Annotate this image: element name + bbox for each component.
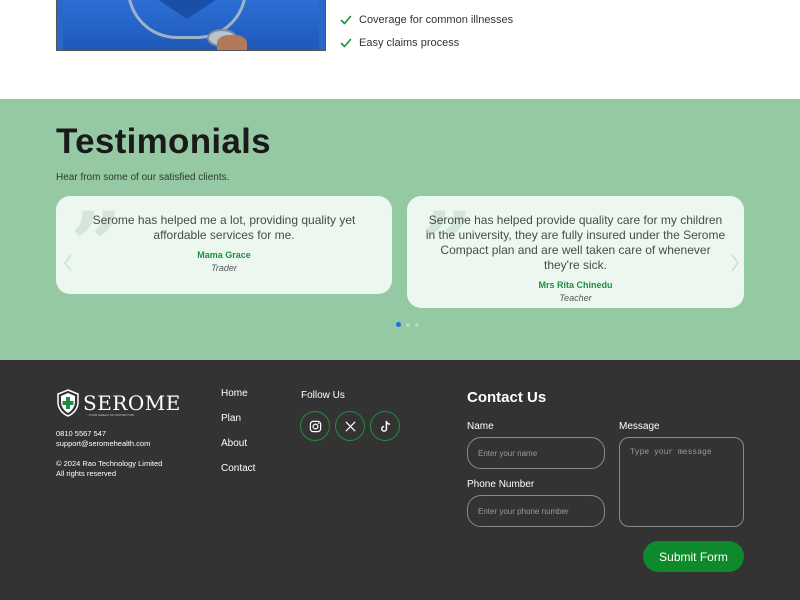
doctor-hand: [217, 35, 247, 50]
instagram-link[interactable]: [300, 411, 330, 441]
tiktok-link[interactable]: [370, 411, 400, 441]
serome-logo[interactable]: SEROME ...YOUR SHIELD OF PROTECTION: [56, 389, 181, 417]
feature-label: Easy claims process: [359, 36, 460, 49]
testimonial-card: ” Serome has helped me a lot, providing …: [56, 196, 392, 294]
testimonial-role: Trader: [211, 263, 237, 273]
follow-us-label: Follow Us: [301, 390, 345, 401]
testimonial-author: Mrs Rita Chinedu: [538, 280, 613, 290]
testimonial-text: Serome has helped me a lot, providing qu…: [92, 213, 356, 242]
feature-label: Coverage for common illnesses: [359, 13, 514, 26]
check-icon: [340, 15, 352, 24]
logo-tagline: ...YOUR SHIELD OF PROTECTION: [86, 413, 135, 417]
message-label: Message: [619, 421, 660, 432]
check-icon: [340, 38, 352, 47]
testimonial-role: Teacher: [559, 293, 592, 303]
footer-link-contact[interactable]: Contact: [221, 463, 255, 488]
x-icon: [344, 420, 356, 432]
carousel-dot[interactable]: [406, 322, 410, 327]
tiktok-icon: [380, 420, 390, 432]
feature-item: Coverage for common illnesses: [340, 8, 513, 31]
footer-link-home[interactable]: Home: [221, 388, 255, 413]
contact-us-title: Contact Us: [467, 389, 547, 406]
carousel-prev-arrow-icon[interactable]: [63, 253, 73, 273]
name-label: Name: [467, 421, 494, 432]
name-input[interactable]: [467, 437, 605, 469]
carousel-dot[interactable]: [415, 322, 419, 327]
carousel-dot-active[interactable]: [396, 322, 401, 327]
instagram-icon: [309, 420, 321, 432]
doctor-photo: [56, 0, 326, 51]
carousel-next-arrow-icon[interactable]: [730, 253, 740, 273]
testimonial-card: ” Serome has helped provide quality care…: [407, 196, 744, 308]
shield-cross-icon: [57, 389, 79, 417]
phone-label: Phone Number: [467, 479, 535, 490]
coverage-section: Coverage for common illnesses Easy claim…: [0, 0, 800, 99]
footer-link-plan[interactable]: Plan: [221, 413, 255, 438]
message-textarea[interactable]: [619, 437, 744, 527]
footer-copyright: © 2024 Rao Technology Limited: [56, 459, 163, 468]
footer-link-about[interactable]: About: [221, 438, 255, 463]
footer-phone[interactable]: 0810 5567 547: [56, 429, 106, 439]
testimonial-text: Serome has helped provide quality care f…: [425, 213, 726, 272]
features-list: Coverage for common illnesses Easy claim…: [340, 8, 513, 54]
testimonials-title: Testimonials: [56, 122, 271, 161]
testimonials-subtitle: Hear from some of our satisfied clients.: [56, 172, 230, 183]
x-link[interactable]: [335, 411, 365, 441]
site-footer: SEROME ...YOUR SHIELD OF PROTECTION 0810…: [0, 360, 800, 600]
footer-email[interactable]: support@seromehealth.com: [56, 439, 150, 449]
testimonial-author: Mama Grace: [197, 250, 251, 260]
feature-item: Easy claims process: [340, 31, 513, 54]
footer-nav: Home Plan About Contact: [221, 388, 255, 488]
logo-brand-text: SEROME: [83, 391, 181, 415]
social-links: [300, 411, 400, 441]
phone-input[interactable]: [467, 495, 605, 527]
submit-form-button[interactable]: Submit Form: [643, 541, 744, 572]
testimonials-section: Testimonials Hear from some of our satis…: [0, 99, 800, 360]
footer-rights: All rights reserved: [56, 469, 117, 478]
carousel-pagination: [396, 322, 419, 327]
